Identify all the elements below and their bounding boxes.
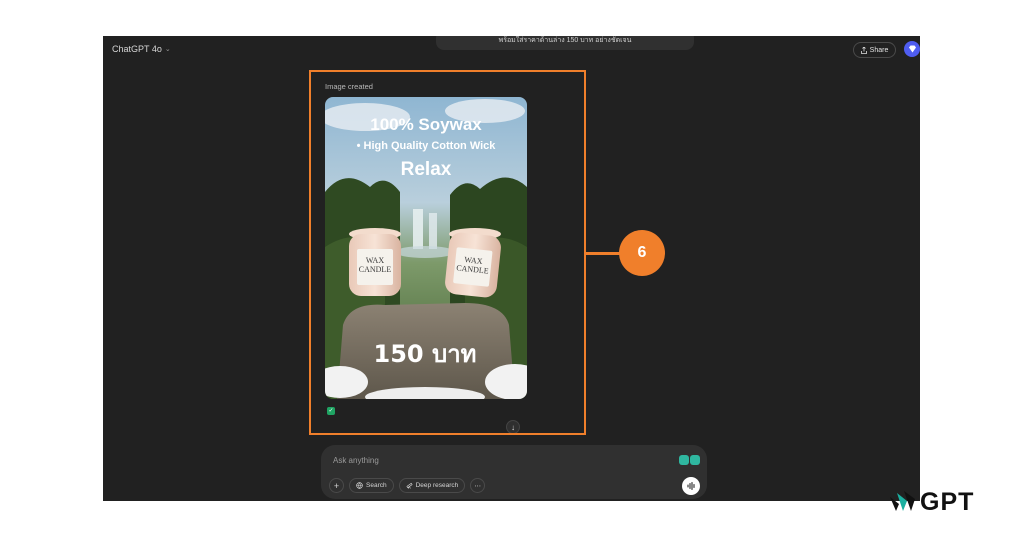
globe-icon [356, 482, 363, 489]
message-input[interactable] [333, 453, 633, 467]
brand-watermark: GPT [888, 488, 974, 516]
model-selector[interactable]: ChatGPT 4o ⌄ [112, 44, 171, 54]
search-button[interactable]: Search [349, 478, 394, 493]
search-label: Search [366, 482, 387, 489]
step-number: 6 [637, 244, 647, 261]
share-label: Share [869, 46, 889, 54]
ellipsis-icon: ⋯ [474, 482, 482, 490]
composer-tools: + Search Deep research ⋯ [329, 478, 486, 493]
extension-icons [679, 455, 700, 465]
share-button[interactable]: Share [853, 42, 896, 58]
voice-mode-button[interactable] [682, 477, 700, 495]
deep-research-button[interactable]: Deep research [398, 478, 466, 493]
user-prompt-text: พร้อมใส่ราคาด้านล่าง 150 บาท อย่างชัดเจน [498, 37, 632, 44]
step-highlight-box [309, 70, 586, 435]
watermark-logo-icon [890, 491, 915, 511]
plus-icon: + [333, 480, 340, 491]
watermark-text: GPT [920, 488, 975, 516]
model-name: ChatGPT 4o [112, 44, 162, 54]
share-icon [860, 46, 867, 54]
composer: + Search Deep research ⋯ [321, 445, 707, 499]
more-tools-button[interactable]: ⋯ [470, 478, 486, 493]
extension-icon[interactable] [690, 455, 700, 465]
diamond-icon [908, 45, 916, 53]
extension-icon[interactable] [679, 455, 689, 465]
chevron-down-icon: ⌄ [164, 46, 171, 53]
step-connector-line [586, 252, 620, 255]
user-avatar[interactable] [904, 41, 920, 57]
waveform-icon [687, 482, 694, 490]
add-attachment-button[interactable]: + [329, 478, 344, 493]
telescope-icon [406, 482, 413, 489]
deep-research-label: Deep research [415, 482, 459, 489]
step-number-badge: 6 [619, 230, 665, 276]
user-prompt-bubble: พร้อมใส่ราคาด้านล่าง 150 บาท อย่างชัดเจน [436, 36, 694, 50]
